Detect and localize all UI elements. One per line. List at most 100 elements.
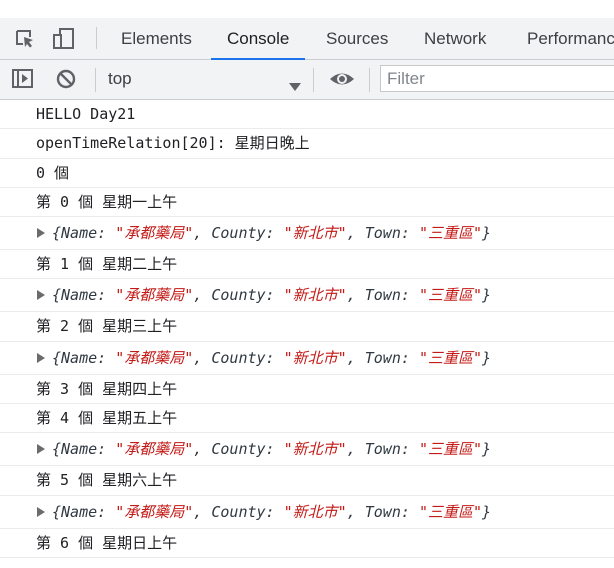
- quote: ": [184, 224, 194, 243]
- expand-triangle-icon[interactable]: [37, 444, 45, 455]
- console-object-row: {Name: "承都藥局", County: "新北市", Town: "三重區…: [0, 342, 614, 375]
- filter-input[interactable]: [380, 65, 614, 92]
- quote: ": [418, 224, 428, 243]
- log-message: 第 1 個 星期二上午: [36, 255, 178, 274]
- object-key-county: County:: [211, 440, 284, 459]
- tab-elements[interactable]: Elements: [121, 18, 192, 59]
- quote: ": [337, 286, 347, 305]
- quote: ": [337, 440, 347, 459]
- object-preview[interactable]: {Name: "承都藥局", County: "新北市", Town: "三重區…: [36, 349, 491, 367]
- object-value-county: 新北市: [292, 502, 338, 521]
- separator: ,: [193, 440, 212, 459]
- console-log-line: 第 2 個 星期三上午: [0, 312, 614, 342]
- quote: ": [115, 502, 125, 521]
- object-key-county: County:: [211, 286, 284, 305]
- console-object-row: {Name: "承都藥局", County: "新北市", Town: "三重區…: [0, 217, 614, 251]
- console-log-line: 第 3 個 星期四上午: [0, 375, 614, 405]
- separator: ,: [346, 348, 365, 367]
- console-object-row: {Name: "承都藥局", County: "新北市", Town: "三重區…: [0, 279, 614, 313]
- console-object-row: {Name: "承都藥局", County: "新北市", Town: "三重區…: [0, 496, 614, 529]
- quote: ": [337, 348, 347, 367]
- console-log-line: 第 4 個 星期五上午: [0, 404, 614, 434]
- object-value-town: 三重區: [427, 440, 473, 459]
- expand-triangle-icon[interactable]: [37, 290, 45, 301]
- object-value-town: 三重區: [427, 224, 473, 243]
- log-message: 第 0 個 星期一上午: [36, 192, 178, 211]
- tab-performance[interactable]: Performance: [527, 18, 614, 59]
- object-key-name: {Name:: [52, 502, 116, 521]
- quote: ": [184, 440, 194, 459]
- object-preview[interactable]: {Name: "承都藥局", County: "新北市", Town: "三重區…: [36, 286, 491, 304]
- tab-network[interactable]: Network: [424, 18, 486, 59]
- console-output: HELLO Day21 openTimeRelation[20]: 星期日晚上 0 …: [0, 100, 614, 558]
- live-expression-eye-icon[interactable]: [328, 68, 356, 90]
- object-preview[interactable]: {Name: "承都藥局", County: "新北市", Town: "三重區…: [36, 440, 491, 458]
- object-value-county: 新北市: [292, 224, 338, 243]
- brace: }: [482, 440, 492, 459]
- console-log-line: 第 5 個 星期六上午: [0, 466, 614, 496]
- quote: ": [337, 224, 347, 243]
- toolbar-divider: [95, 68, 96, 92]
- object-preview[interactable]: {Name: "承都藥局", County: "新北市", Town: "三重區…: [36, 503, 491, 521]
- object-key-town: Town:: [364, 348, 419, 367]
- object-key-name: {Name:: [52, 224, 116, 243]
- quote: ": [472, 440, 483, 459]
- clear-console-icon[interactable]: [55, 68, 77, 90]
- quote: ": [472, 286, 483, 305]
- quote: ": [418, 348, 428, 367]
- object-key-town: Town:: [364, 224, 419, 243]
- separator: ,: [346, 286, 365, 305]
- console-log-line: 第 6 個 星期日上午: [0, 529, 614, 558]
- object-value-name: 承都藥局: [124, 224, 185, 243]
- expand-triangle-icon[interactable]: [37, 352, 45, 363]
- object-value-county: 新北市: [292, 440, 338, 459]
- quote: ": [472, 348, 483, 367]
- separator: ,: [193, 286, 212, 305]
- log-message: 第 4 個 星期五上午: [36, 409, 178, 428]
- log-message: openTimeRelation[20]: 星期日晚上: [36, 134, 310, 153]
- expand-triangle-icon[interactable]: [37, 506, 45, 517]
- object-key-name: {Name:: [52, 440, 116, 459]
- quote: ": [418, 286, 428, 305]
- inspect-element-icon[interactable]: [14, 28, 36, 50]
- object-key-town: Town:: [364, 286, 419, 305]
- separator: ,: [193, 502, 212, 521]
- quote: ": [283, 348, 293, 367]
- brace: }: [482, 502, 492, 521]
- object-value-county: 新北市: [292, 286, 338, 305]
- toolbar-divider: [313, 68, 314, 92]
- sidebar-toggle-icon[interactable]: [11, 68, 33, 90]
- toolbar-divider: [96, 27, 97, 49]
- quote: ": [283, 440, 293, 459]
- expand-triangle-icon[interactable]: [37, 228, 45, 239]
- device-toggle-icon[interactable]: [53, 28, 75, 50]
- tab-console[interactable]: Console: [210, 18, 306, 60]
- separator: ,: [346, 440, 365, 459]
- console-toolbar: top: [0, 60, 614, 100]
- object-value-town: 三重區: [427, 348, 473, 367]
- object-key-county: County:: [211, 224, 284, 243]
- dropdown-caret-icon[interactable]: [289, 76, 301, 95]
- log-message: 第 3 個 星期四上午: [36, 379, 178, 398]
- quote: ": [115, 286, 125, 305]
- quote: ": [115, 440, 125, 459]
- quote: ": [337, 502, 347, 521]
- log-message: 0 個: [36, 163, 70, 182]
- console-log-line: openTimeRelation[20]: 星期日晚上: [0, 129, 614, 159]
- console-log-line: HELLO Day21: [0, 100, 614, 130]
- console-log-line: 第 0 個 星期一上午: [0, 188, 614, 218]
- quote: ": [184, 348, 194, 367]
- separator: ,: [346, 224, 365, 243]
- object-preview[interactable]: {Name: "承都藥局", County: "新北市", Town: "三重區…: [36, 224, 491, 242]
- object-value-county: 新北市: [292, 348, 338, 367]
- tab-sources[interactable]: Sources: [326, 18, 388, 59]
- quote: ": [184, 286, 194, 305]
- object-value-name: 承都藥局: [124, 286, 185, 305]
- quote: ": [472, 502, 483, 521]
- object-key-town: Town:: [364, 440, 419, 459]
- console-object-row: {Name: "承都藥局", County: "新北市", Town: "三重區…: [0, 433, 614, 467]
- quote: ": [283, 286, 293, 305]
- object-key-town: Town:: [364, 502, 419, 521]
- console-log-line: 第 1 個 星期二上午: [0, 250, 614, 280]
- context-selector[interactable]: top: [108, 69, 132, 89]
